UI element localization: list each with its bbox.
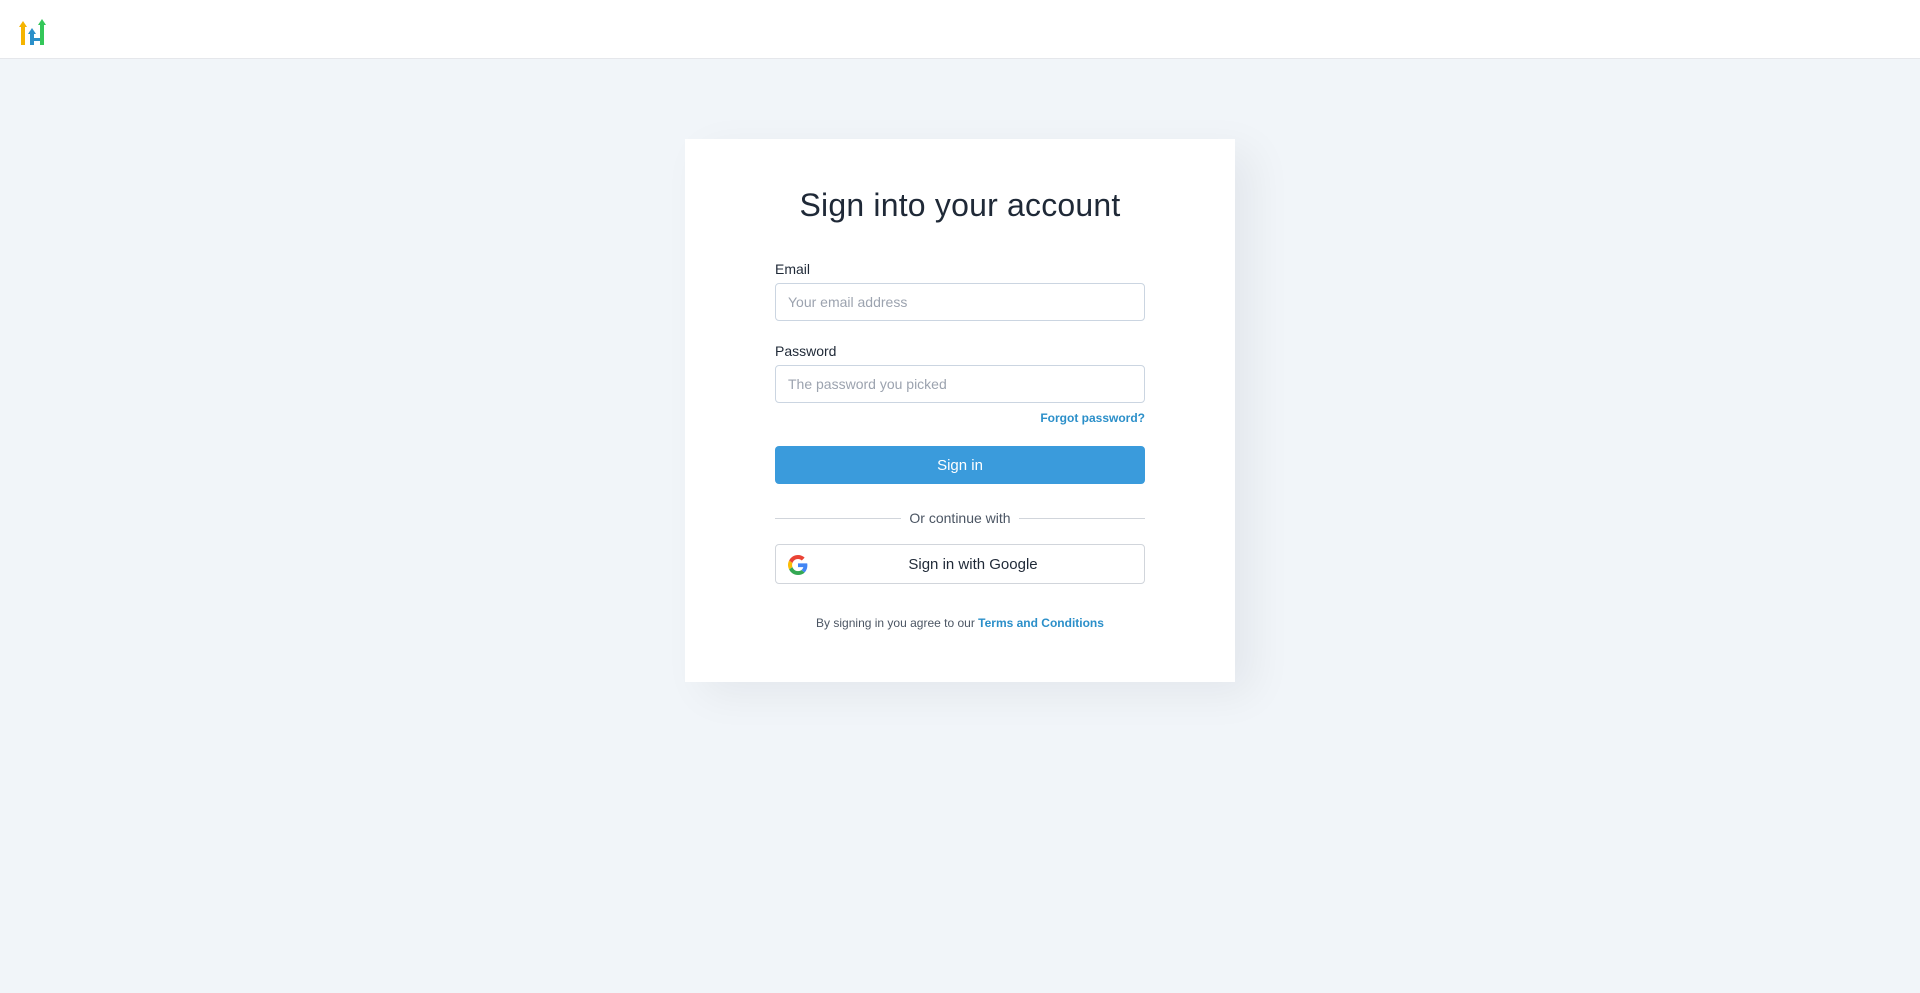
password-label: Password (775, 343, 837, 359)
app-logo-icon[interactable] (19, 18, 49, 46)
google-button-label: Sign in with Google (908, 556, 1038, 573)
top-navigation-bar (0, 0, 1920, 59)
page-title: Sign into your account (799, 187, 1121, 223)
password-field[interactable] (775, 365, 1145, 403)
login-card: Sign into your account Email Password Fo… (685, 139, 1235, 682)
divider-line-left (775, 517, 902, 519)
terms-prefix: By signing in you agree to our (816, 616, 979, 630)
sign-in-button[interactable]: Sign in (775, 446, 1145, 484)
forgot-password-link[interactable]: Forgot password? (1040, 411, 1145, 425)
terms-notice: By signing in you agree to our Terms and… (685, 616, 1235, 630)
divider-line-right (1018, 517, 1146, 519)
divider: Or continue with (775, 509, 1146, 527)
google-sign-in-button[interactable]: Sign in with Google (775, 544, 1145, 584)
terms-and-conditions-link[interactable]: Terms and Conditions (978, 616, 1104, 630)
email-field[interactable] (775, 283, 1145, 321)
email-label: Email (775, 261, 811, 277)
divider-text: Or continue with (909, 510, 1011, 526)
